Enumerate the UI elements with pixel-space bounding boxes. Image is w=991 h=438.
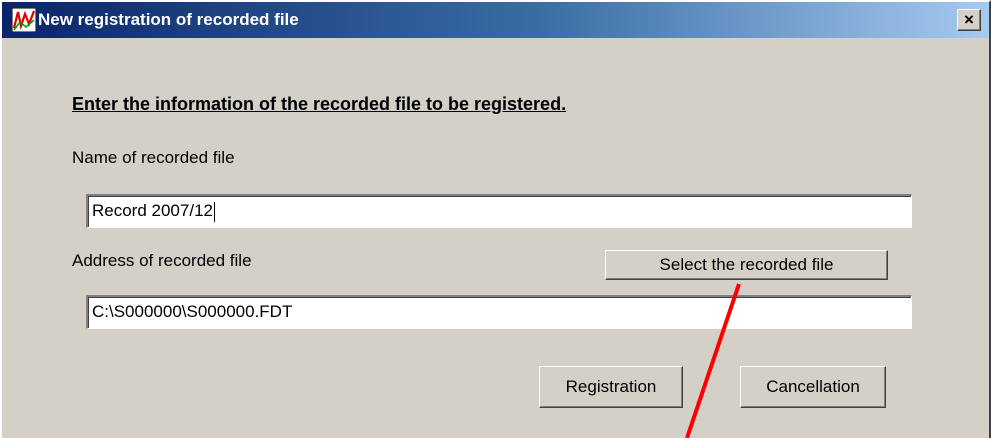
address-input[interactable]: C:\S000000\S000000.FDT — [86, 295, 912, 329]
address-label: Address of recorded file — [72, 251, 252, 270]
form-heading: Enter the information of the recorded fi… — [72, 94, 567, 114]
name-input-value: Record 2007/12 — [92, 201, 213, 220]
name-label: Name of recorded file — [72, 148, 235, 167]
dialog-window: New registration of recorded file × Ente… — [0, 0, 991, 438]
name-input[interactable]: Record 2007/12 — [86, 194, 912, 228]
title-bar[interactable]: New registration of recorded file × — [2, 2, 989, 38]
close-button[interactable]: × — [957, 9, 981, 31]
address-input-value: C:\S000000\S000000.FDT — [92, 302, 293, 321]
window-title: New registration of recorded file — [38, 10, 299, 29]
registration-button[interactable]: Registration — [539, 366, 683, 408]
text-caret — [213, 201, 215, 222]
app-chart-icon — [12, 8, 36, 32]
cancellation-button[interactable]: Cancellation — [740, 366, 886, 408]
select-recorded-file-button[interactable]: Select the recorded file — [605, 250, 888, 280]
